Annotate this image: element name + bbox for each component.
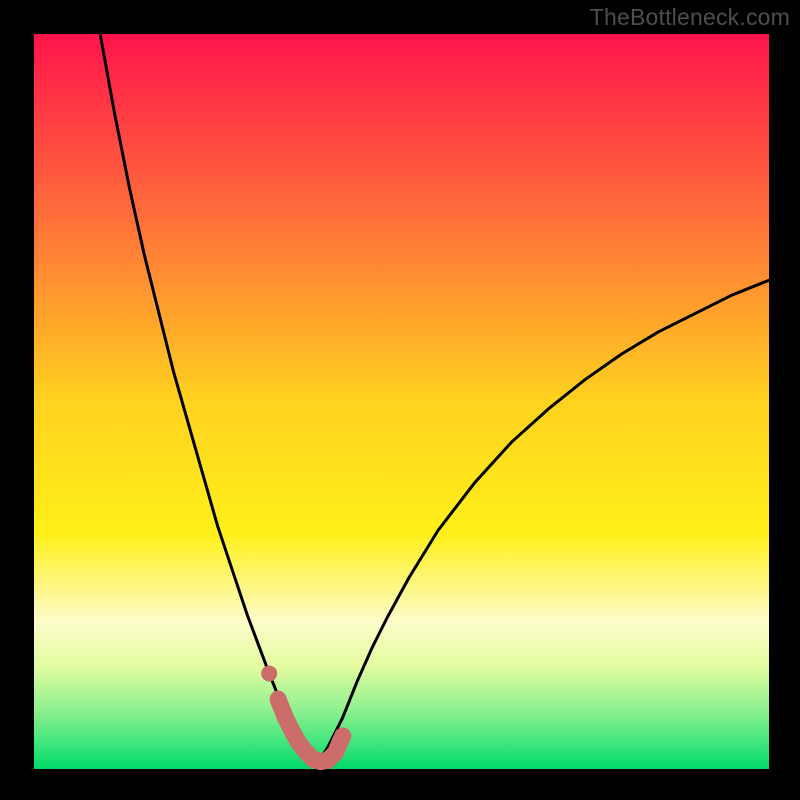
plot-background bbox=[34, 34, 769, 769]
bottleneck-chart bbox=[0, 0, 800, 800]
watermark-text: TheBottleneck.com bbox=[590, 4, 790, 31]
chart-frame: TheBottleneck.com bbox=[0, 0, 800, 800]
highlight-dot bbox=[261, 665, 277, 681]
